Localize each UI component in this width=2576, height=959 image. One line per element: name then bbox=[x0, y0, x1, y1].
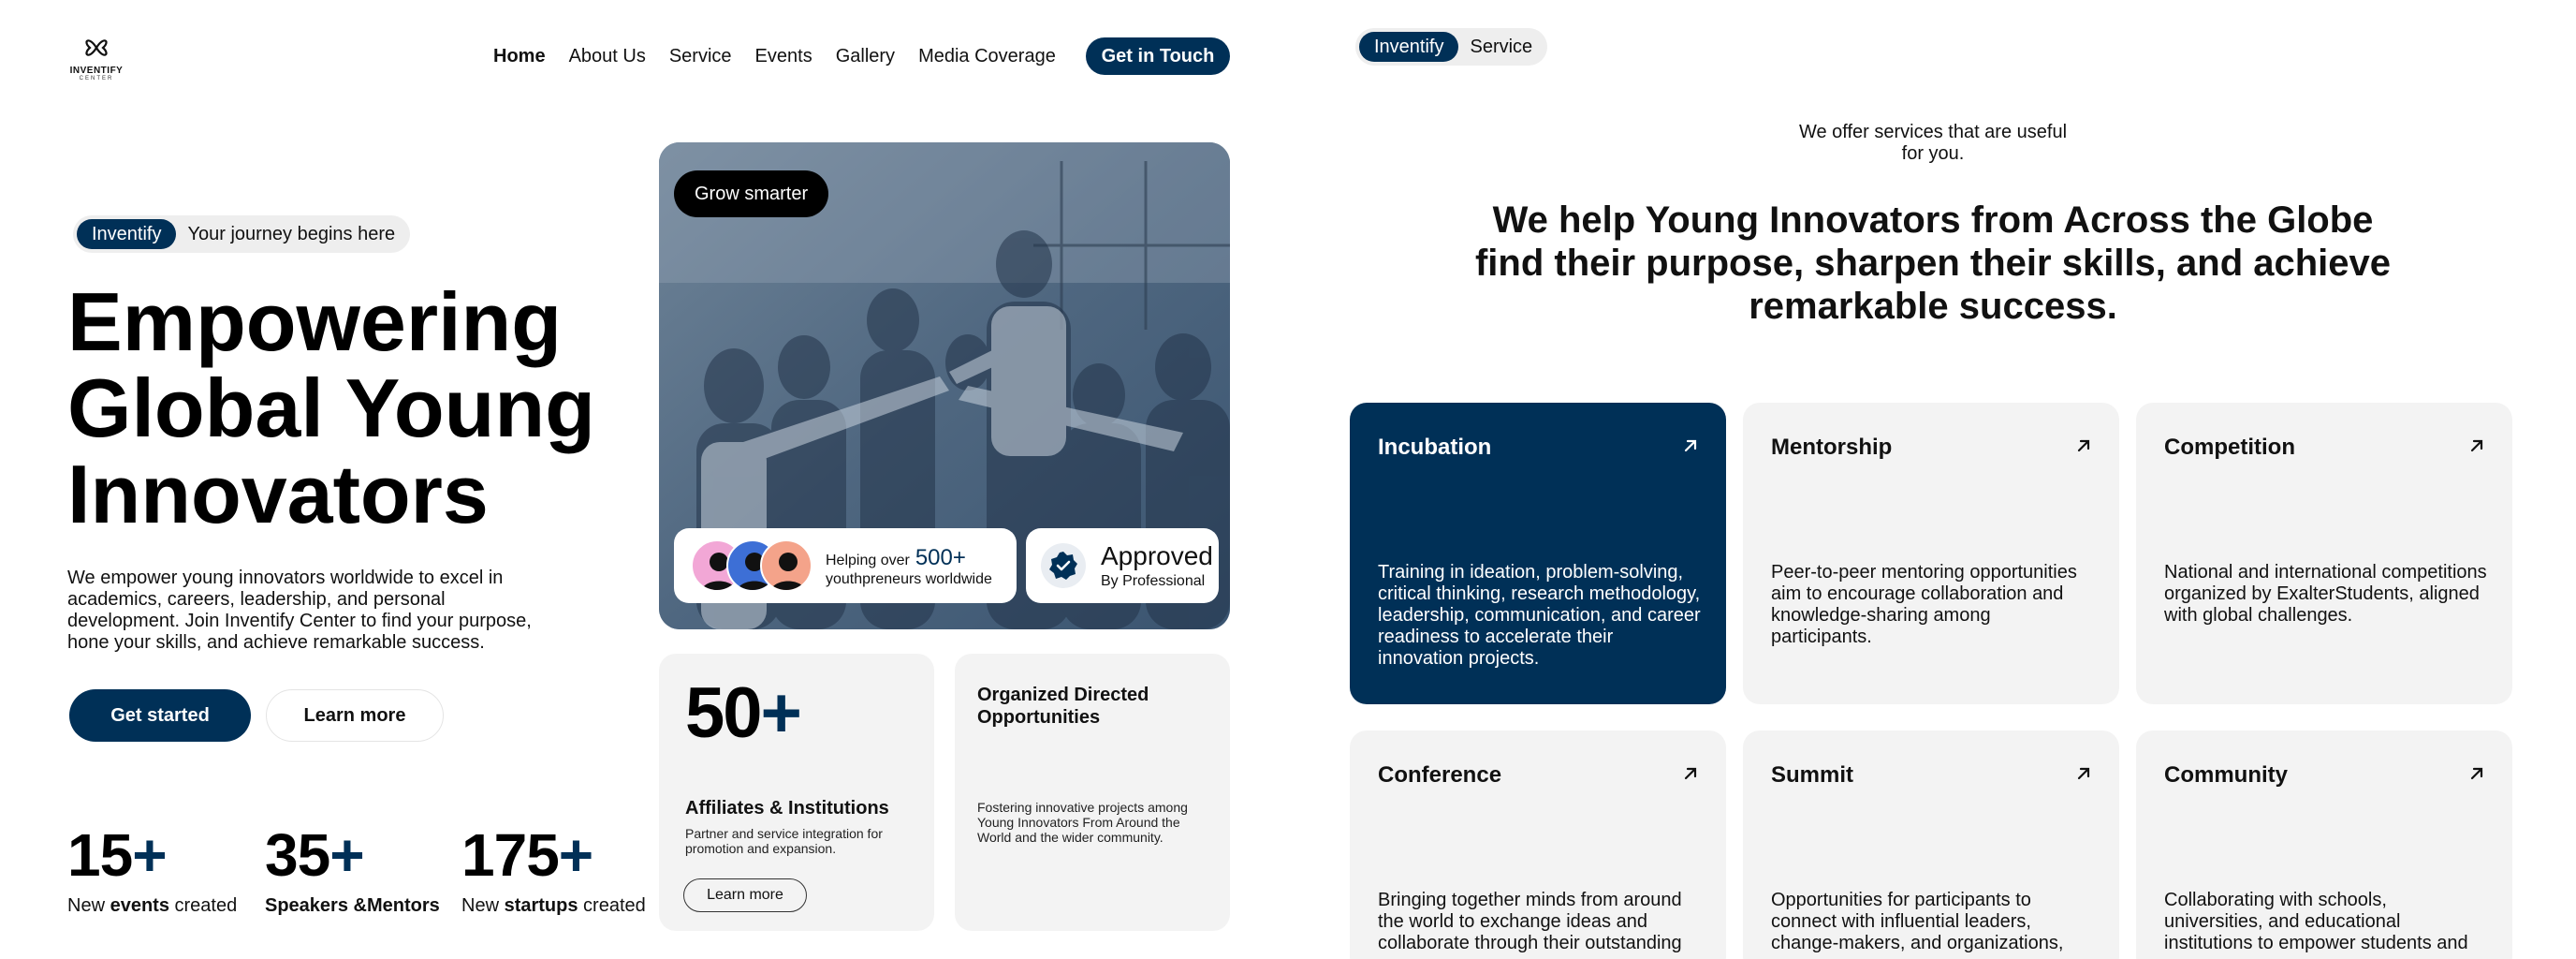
organized-card: Organized Directed Opportunities Fosteri… bbox=[955, 654, 1230, 931]
affiliates-number: 50+ bbox=[685, 673, 802, 753]
hero-title-line-2: Global Young bbox=[67, 361, 595, 454]
hero-tagline: Your journey begins here bbox=[187, 223, 396, 244]
logo-knot-icon bbox=[85, 39, 108, 56]
brand-subname: CENTER bbox=[79, 76, 114, 81]
stat-label: New events created bbox=[67, 895, 238, 916]
service-card-description: Peer-to-peer mentoring opportunities aim… bbox=[1771, 562, 2077, 647]
service-card-description: Collaborating with schools, universities… bbox=[2164, 890, 2468, 953]
hero-title-line-3: Innovators bbox=[67, 448, 489, 540]
service-card-incubation[interactable]: Incubation Training in ideation, problem… bbox=[1350, 403, 1726, 704]
helping-card: Helping over 500+ youthpreneurs worldwide bbox=[674, 528, 1017, 603]
hero-description: We empower young innovators worldwide to… bbox=[67, 568, 532, 653]
arrow-up-right-icon bbox=[2077, 439, 2090, 452]
helping-text: Helping over 500+ bbox=[826, 545, 966, 570]
arrow-up-right-icon bbox=[1684, 767, 1697, 780]
avatar-stack bbox=[691, 539, 812, 592]
service-card-description: Opportunities for participants to connec… bbox=[1771, 890, 2064, 953]
nav-home[interactable]: Home bbox=[493, 46, 546, 67]
service-card-title: Incubation bbox=[1378, 435, 1492, 460]
grow-smarter-badge: Grow smarter bbox=[674, 170, 829, 217]
stat-speakers: 35+ Speakers &Mentors bbox=[265, 822, 440, 917]
brand-logo[interactable]: INVENTIFY CENTER bbox=[67, 32, 125, 81]
service-card-title: Conference bbox=[1378, 762, 1502, 788]
verified-badge-icon bbox=[1041, 543, 1086, 588]
brand-name: INVENTIFY bbox=[69, 66, 124, 76]
affiliates-description: Partner and service integration for prom… bbox=[685, 826, 883, 856]
stat-number: 15+ bbox=[67, 821, 168, 889]
helping-suffix: youthpreneurs worldwide bbox=[826, 571, 992, 587]
hero-tag: Inventify bbox=[77, 219, 177, 249]
hero-title-line-1: Empowering bbox=[67, 275, 563, 368]
service-card-mentorship[interactable]: Mentorship Peer-to-peer mentoring opport… bbox=[1743, 403, 2119, 704]
main-nav: Home About Us Service Events Gallery Med… bbox=[493, 37, 1079, 75]
stat-number: 35+ bbox=[265, 821, 365, 889]
organized-title: Organized Directed Opportunities bbox=[977, 685, 1149, 728]
service-tagline: Service bbox=[1470, 36, 1533, 57]
helping-count: 500+ bbox=[915, 545, 966, 570]
affiliates-card: 50+ Affiliates & Institutions Partner an… bbox=[659, 654, 934, 931]
service-card-description: Training in ideation, problem-solving, c… bbox=[1378, 562, 1701, 669]
arrow-up-right-icon bbox=[2470, 767, 2483, 780]
nav-media-coverage[interactable]: Media Coverage bbox=[918, 46, 1056, 67]
hero-tag-pill: Inventify Your journey begins here bbox=[73, 215, 411, 253]
arrow-up-right-icon bbox=[2077, 767, 2090, 780]
stat-startups: 175+ New startups created bbox=[461, 822, 646, 917]
service-card-description: Bringing together minds from around the … bbox=[1378, 890, 1682, 953]
service-tag: Inventify bbox=[1359, 32, 1459, 62]
hero-title: Empowering Global Young Innovators bbox=[67, 279, 648, 538]
arrow-up-right-icon bbox=[1684, 439, 1697, 452]
organized-description: Fostering innovative projects among Youn… bbox=[977, 800, 1188, 845]
nav-events[interactable]: Events bbox=[755, 46, 812, 67]
person-avatar-icon bbox=[760, 539, 812, 592]
service-tag-pill: Inventify Service bbox=[1355, 28, 1548, 66]
service-card-community[interactable]: Community Collaborating with schools, un… bbox=[2136, 730, 2512, 959]
service-card-title: Summit bbox=[1771, 762, 1854, 788]
nav-gallery[interactable]: Gallery bbox=[836, 46, 895, 67]
stat-label: New startups created bbox=[461, 895, 646, 916]
service-card-competition[interactable]: Competition National and international c… bbox=[2136, 403, 2512, 704]
approved-card: Approved By Professional bbox=[1026, 528, 1219, 603]
nav-about-us[interactable]: About Us bbox=[569, 46, 646, 67]
stat-number: 175+ bbox=[461, 821, 593, 889]
service-card-title: Community bbox=[2164, 762, 2288, 788]
service-card-summit[interactable]: Summit Opportunities for participants to… bbox=[1743, 730, 2119, 959]
stat-label: Speakers &Mentors bbox=[265, 895, 440, 916]
service-card-description: National and international competitions … bbox=[2164, 562, 2487, 626]
affiliates-learn-more-button[interactable]: Learn more bbox=[683, 878, 807, 912]
approved-subtitle: By Professional bbox=[1101, 573, 1206, 589]
affiliates-title: Affiliates & Institutions bbox=[685, 798, 889, 819]
service-card-title: Competition bbox=[2164, 435, 2295, 460]
services-intro: We offer services that are useful for yo… bbox=[1798, 122, 2068, 164]
nav-service[interactable]: Service bbox=[669, 46, 732, 67]
stat-events: 15+ New events created bbox=[67, 822, 237, 917]
services-headline: We help Young Innovators from Across the… bbox=[1474, 199, 2392, 327]
get-started-button[interactable]: Get started bbox=[69, 689, 251, 742]
hero-photo-card: Grow smarter Helping over 500+ youthprene… bbox=[659, 142, 1230, 629]
service-card-conference[interactable]: Conference Bringing together minds from … bbox=[1350, 730, 1726, 959]
service-card-title: Mentorship bbox=[1771, 435, 1893, 460]
approved-title: Approved bbox=[1101, 541, 1213, 570]
arrow-up-right-icon bbox=[2470, 439, 2483, 452]
learn-more-button[interactable]: Learn more bbox=[266, 689, 444, 742]
get-in-touch-button[interactable]: Get in Touch bbox=[1086, 37, 1230, 75]
